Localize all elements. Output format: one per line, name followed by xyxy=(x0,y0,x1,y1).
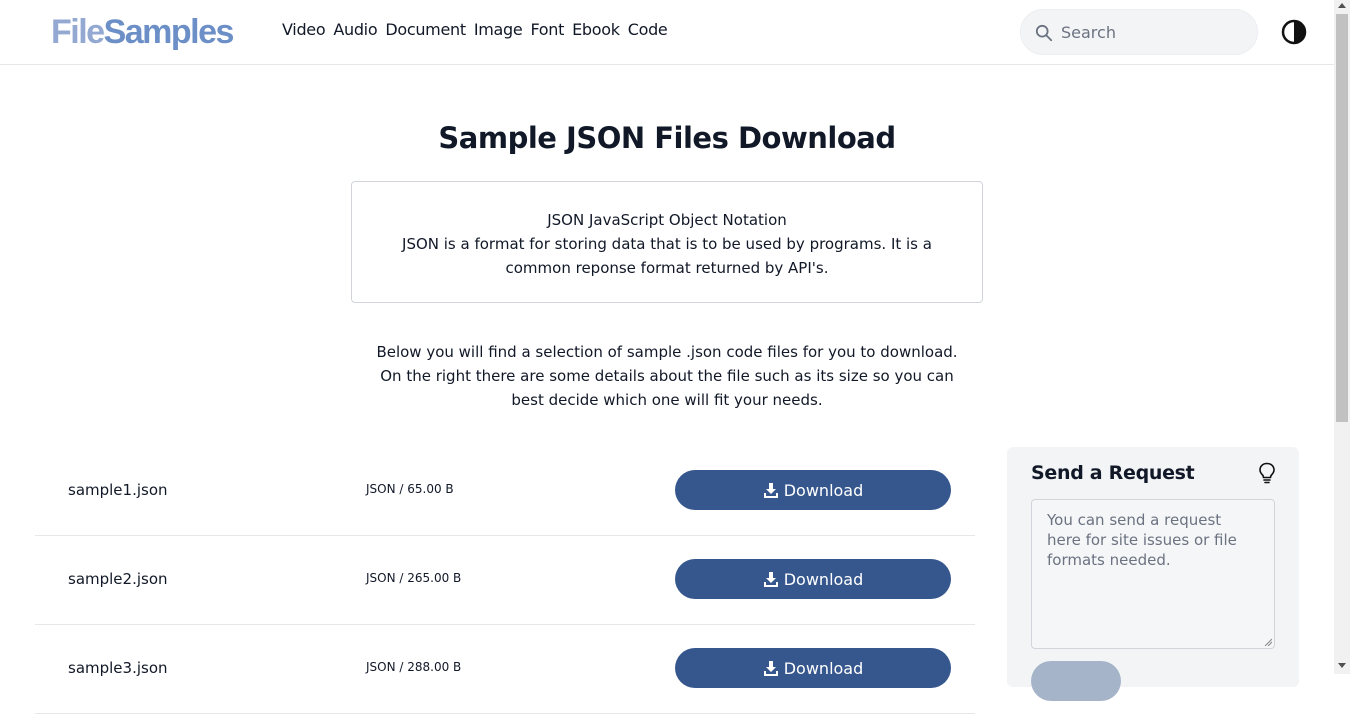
scrollbar-thumb[interactable] xyxy=(1336,14,1348,422)
download-button[interactable]: Download xyxy=(675,559,951,599)
format-description: JSON is a format for storing data that i… xyxy=(402,235,932,277)
download-label: Download xyxy=(783,569,864,589)
file-name: sample2.json xyxy=(68,570,168,588)
resize-grip-icon[interactable] xyxy=(1264,638,1272,646)
request-placeholder: You can send a request here for site iss… xyxy=(1047,511,1237,569)
nav-document[interactable]: Document xyxy=(385,20,466,39)
file-row: sample3.json JSON / 288.00 B Download xyxy=(35,625,975,714)
format-heading: JSON JavaScript Object Notation xyxy=(547,211,787,229)
file-meta: JSON / 265.00 B xyxy=(366,571,462,585)
contrast-icon[interactable] xyxy=(1281,19,1307,45)
lightbulb-icon xyxy=(1259,462,1275,484)
search-placeholder: Search xyxy=(1061,23,1116,42)
file-row: sample2.json JSON / 265.00 B Download xyxy=(35,536,975,625)
request-textarea[interactable]: You can send a request here for site iss… xyxy=(1031,499,1275,649)
search-icon xyxy=(1035,24,1053,42)
format-info-box: JSON JavaScript Object Notation JSON is … xyxy=(351,181,983,303)
scroll-down-icon[interactable] xyxy=(1338,663,1346,668)
page-title: Sample JSON Files Download xyxy=(438,121,896,155)
main-nav: Video Audio Document Image Font Ebook Co… xyxy=(282,20,668,39)
file-name: sample3.json xyxy=(68,659,168,677)
download-button[interactable]: Download xyxy=(675,470,951,510)
site-logo[interactable]: FileSamples xyxy=(51,12,235,52)
file-meta: JSON / 288.00 B xyxy=(366,660,462,674)
nav-code[interactable]: Code xyxy=(628,20,668,39)
file-row: sample1.json JSON / 65.00 B Download xyxy=(35,447,975,536)
nav-video[interactable]: Video xyxy=(282,20,326,39)
site-header: FileSamples Video Audio Document Image F… xyxy=(0,0,1334,65)
request-title: Send a Request xyxy=(1031,462,1195,484)
nav-audio[interactable]: Audio xyxy=(333,20,377,39)
nav-image[interactable]: Image xyxy=(474,20,523,39)
download-button[interactable]: Download xyxy=(675,648,951,688)
file-name: sample1.json xyxy=(68,481,168,499)
request-panel: Send a Request You can send a request he… xyxy=(1007,447,1299,701)
file-meta: JSON / 65.00 B xyxy=(366,482,454,496)
logo-part-file: File xyxy=(51,13,105,51)
download-label: Download xyxy=(783,480,864,500)
nav-ebook[interactable]: Ebook xyxy=(572,20,620,39)
page-scrollbar[interactable] xyxy=(1334,0,1350,674)
intro-text: Below you will find a selection of sampl… xyxy=(376,343,958,409)
download-icon xyxy=(763,483,778,498)
search-input[interactable]: Search xyxy=(1020,9,1258,55)
scroll-up-icon[interactable] xyxy=(1338,3,1346,8)
download-label: Download xyxy=(783,658,864,678)
logo-part-samples: Samples xyxy=(103,13,235,51)
send-request-button[interactable] xyxy=(1031,661,1121,701)
download-icon xyxy=(763,572,778,587)
nav-font[interactable]: Font xyxy=(530,20,564,39)
